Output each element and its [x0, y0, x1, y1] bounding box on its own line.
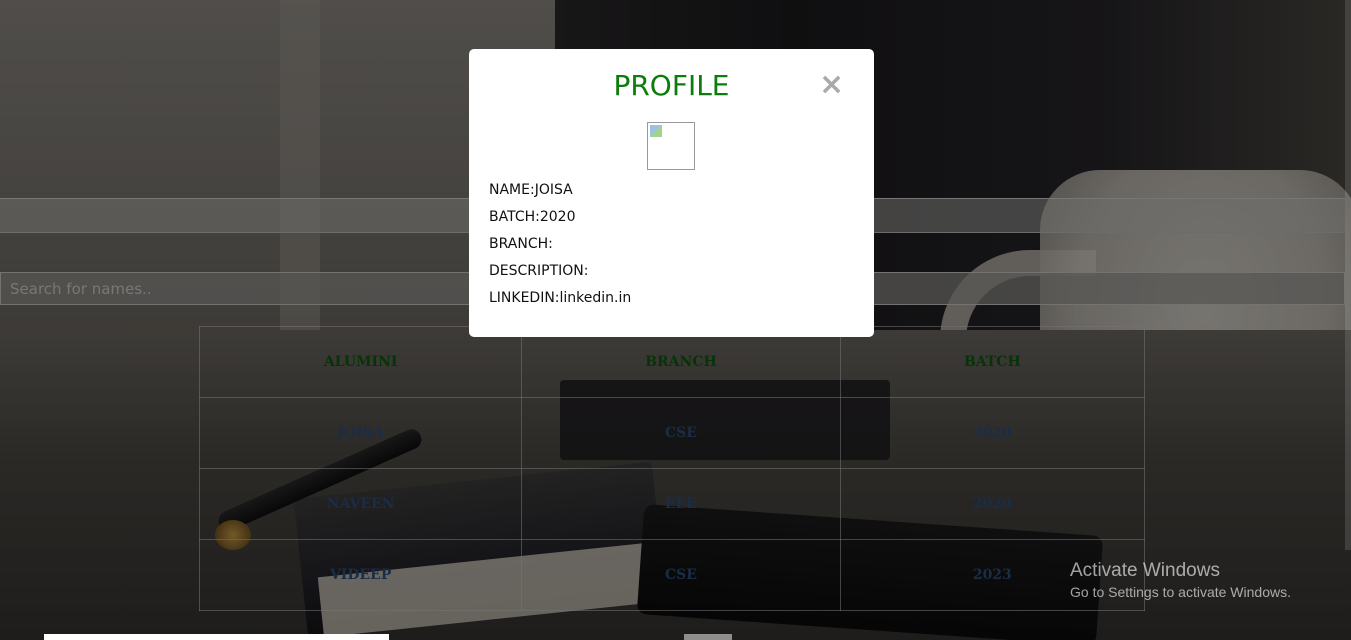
profile-photo-broken-image-icon: [647, 122, 695, 170]
profile-linkedin[interactable]: LINKEDIN:linkedin.in: [489, 289, 631, 316]
activate-windows-watermark: Activate Windows Go to Settings to activ…: [1070, 559, 1291, 602]
profile-name: NAME:JOISA: [489, 182, 573, 198]
watermark-title: Activate Windows: [1070, 560, 1220, 581]
close-icon[interactable]: ×: [819, 70, 844, 100]
profile-modal: PROFILE × NAME:JOISA BATCH:2020 BRANCH: …: [469, 49, 874, 337]
modal-title: PROFILE: [613, 69, 730, 102]
profile-batch: BATCH:2020: [489, 209, 576, 225]
profile-details: NAME:JOISA BATCH:2020 BRANCH: DESCRIPTIO…: [489, 181, 631, 316]
bottom-bar-gray: [684, 634, 732, 640]
watermark-subtitle: Go to Settings to activate Windows.: [1070, 584, 1291, 600]
scrollbar[interactable]: [1345, 0, 1351, 550]
bottom-bar-white: [44, 634, 389, 640]
profile-description: DESCRIPTION:: [489, 263, 589, 279]
profile-branch: BRANCH:: [489, 236, 553, 252]
